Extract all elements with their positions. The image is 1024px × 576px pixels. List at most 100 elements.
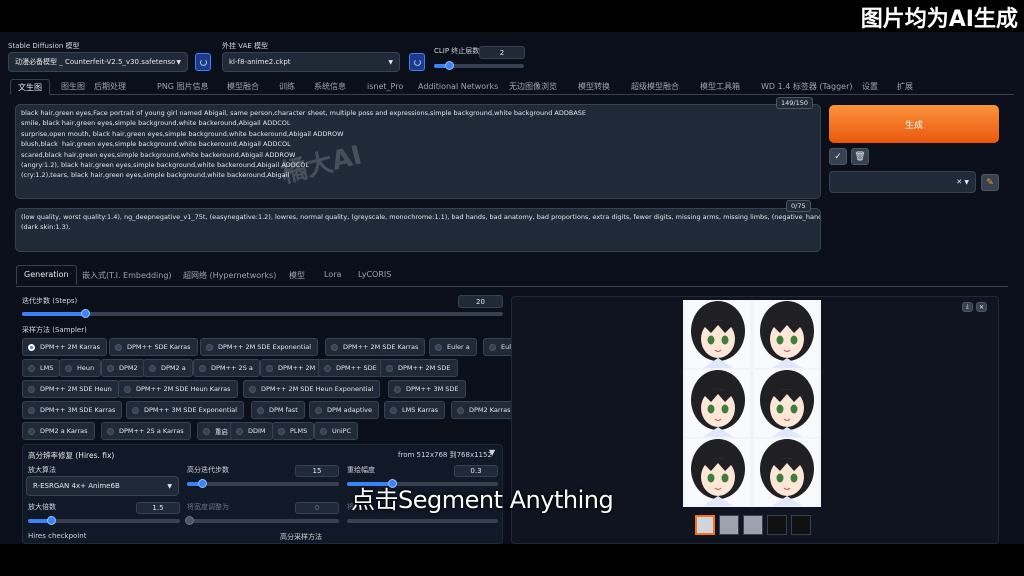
sampler-option[interactable]: DPM++ SDE: [318, 359, 384, 377]
vae-refresh-button[interactable]: [409, 53, 425, 71]
styles-select[interactable]: ✕ ▼: [829, 171, 976, 193]
subtab-lora[interactable]: Lora: [324, 270, 341, 279]
sampler-option-label: DPM++ SDE Karras: [127, 343, 191, 351]
tab-image-browser[interactable]: 无边图像浏览: [509, 79, 557, 95]
sampler-option[interactable]: UniPC: [314, 422, 359, 440]
prompt-textarea[interactable]: black hair,green eyes,Face portrait of y…: [15, 104, 821, 199]
sampler-option[interactable]: DPM2 a: [143, 359, 193, 377]
thumbnail-2[interactable]: [719, 515, 739, 535]
tab-extras[interactable]: 后期处理: [94, 79, 126, 95]
clip-number-input[interactable]: 2: [479, 46, 525, 59]
sampler-option[interactable]: LMS: [22, 359, 61, 377]
tab-png-info[interactable]: PNG 图片信息: [157, 79, 209, 95]
thumbnail-5[interactable]: [791, 515, 811, 535]
thumbnail-1[interactable]: [695, 515, 715, 535]
sampler-option[interactable]: PLMS: [272, 422, 315, 440]
sampler-option[interactable]: DPM fast: [251, 401, 305, 419]
sampler-option[interactable]: DPM2 Karras: [451, 401, 518, 419]
subtab-lycoris[interactable]: LyCORIS: [358, 270, 391, 279]
result-image[interactable]: [683, 300, 821, 507]
sampler-option[interactable]: DPM2 a Karras: [22, 422, 95, 440]
clip-slider-knob[interactable]: [445, 61, 455, 70]
sampler-option[interactable]: DPM++ 2M SDE Heun Karras: [118, 380, 238, 398]
sampler-option[interactable]: DPM++ 2M Karras: [22, 338, 108, 356]
clear-icon[interactable]: ✕ ▼: [956, 178, 969, 186]
thumbnail-3[interactable]: [743, 515, 763, 535]
tab-txt2img[interactable]: 文生图: [10, 79, 50, 95]
sampler-option[interactable]: DPM++ 2M SDE Heun Exponential: [243, 380, 381, 398]
tab-system-info[interactable]: 系统信息: [314, 79, 346, 95]
sampler-option[interactable]: Heun: [59, 359, 102, 377]
banner-title: 图片均为AI生成: [860, 7, 1018, 32]
sampler-option[interactable]: DPM++ SDE Karras: [109, 338, 198, 356]
steps-slider[interactable]: [22, 309, 503, 318]
sampler-option[interactable]: DPM++ 3M SDE: [388, 380, 466, 398]
radio-dot: [489, 343, 496, 351]
sampler-option[interactable]: DPM adaptive: [309, 401, 380, 419]
sampler-option[interactable]: DPM++ 2S a: [193, 359, 260, 377]
tab-super-merge[interactable]: 超级模型融合: [631, 79, 679, 95]
close-icon[interactable]: ✕: [976, 302, 987, 312]
sampler-option-label: DPM++ 2S a Karras: [119, 427, 184, 435]
model-select[interactable]: 动漫必备模型 _ Counterfeit-V2.5_v30.safetensor…: [8, 52, 188, 72]
tab-model-convert[interactable]: 模型转换: [578, 79, 610, 95]
sampler-option-label: LMS: [40, 364, 54, 372]
hires-scale-knob[interactable]: [46, 516, 56, 525]
tab-model-merge[interactable]: 模型融合: [227, 79, 259, 95]
hires-height-slider[interactable]: [347, 519, 498, 523]
hires-scale-slider[interactable]: [28, 516, 180, 525]
subtab-models[interactable]: 模型: [289, 270, 305, 281]
hires-width-slider[interactable]: [185, 516, 339, 525]
hires-steps-input[interactable]: 15: [295, 465, 339, 477]
model-refresh-button[interactable]: [195, 53, 211, 71]
hires-steps-knob[interactable]: [198, 479, 208, 488]
hires-sampler-label: 高分采样方法: [280, 533, 322, 541]
collapse-icon[interactable]: ▼: [489, 448, 495, 457]
subtab-generation[interactable]: Generation: [16, 265, 77, 285]
tab-model-toolkit[interactable]: 模型工具箱: [700, 79, 740, 95]
sampler-option[interactable]: DPM++ 3M SDE Exponential: [126, 401, 245, 419]
generate-button[interactable]: 生成: [829, 105, 999, 143]
sampler-option[interactable]: Euler a: [429, 338, 477, 356]
thumbnail-4[interactable]: [767, 515, 787, 535]
check-icon[interactable]: ✓: [829, 148, 847, 165]
denoise-input[interactable]: 0.3: [454, 465, 498, 477]
sampler-option-label: LMS Karras: [402, 406, 439, 414]
tab-img2img[interactable]: 图生图: [61, 79, 85, 95]
sampler-option[interactable]: DPM2: [101, 359, 145, 377]
steps-number-input[interactable]: 20: [458, 295, 503, 308]
sampler-option[interactable]: DPM++ 2M SDE Heun: [22, 380, 119, 398]
tab-tagger[interactable]: WD 1.4 标签器 (Tagger): [761, 79, 853, 95]
sampler-option[interactable]: DPM++ 2S a Karras: [101, 422, 191, 440]
download-icon[interactable]: ⤓: [962, 302, 973, 312]
steps-label: 迭代步数 (Steps): [22, 297, 78, 305]
chevron-down-icon: ▼: [388, 58, 393, 66]
tab-isnet-pro[interactable]: isnet_Pro: [367, 79, 403, 95]
sampler-option[interactable]: LMS Karras: [384, 401, 446, 419]
tab-extensions[interactable]: 扩展: [897, 79, 913, 95]
hires-width-input[interactable]: 0: [295, 502, 339, 514]
subtab-embedding[interactable]: 嵌入式(T.I. Embedding): [82, 270, 172, 281]
steps-slider-knob[interactable]: [80, 309, 90, 318]
sampler-option[interactable]: DDIM: [230, 422, 273, 440]
tab-train[interactable]: 训练: [279, 79, 295, 95]
radio-dot: [331, 343, 338, 351]
tab-settings[interactable]: 设置: [862, 79, 878, 95]
hires-steps-slider[interactable]: [187, 479, 339, 488]
sampler-option[interactable]: DPM++ 2M SDE Karras: [325, 338, 426, 356]
hires-upscaler-select[interactable]: R-ESRGAN 4x+ Anime6B ▼: [26, 476, 179, 496]
vae-select[interactable]: kl-f8-anime2.ckpt ▼: [222, 52, 400, 72]
trash-icon[interactable]: 🗑: [851, 148, 869, 165]
hires-scale-input[interactable]: 1.5: [136, 502, 180, 514]
subtab-hypernetworks[interactable]: 超网络 (Hypernetworks): [183, 270, 276, 281]
sampler-option[interactable]: DPM++ 3M SDE Karras: [22, 401, 123, 419]
tab-additional-networks[interactable]: Additional Networks: [418, 79, 498, 95]
hires-width-knob[interactable]: [185, 516, 194, 525]
clip-slider[interactable]: [434, 61, 524, 70]
negative-prompt-textarea[interactable]: (low quality, worst quality:1.4), ng_dee…: [15, 208, 821, 252]
pencil-icon[interactable]: ✎: [981, 174, 999, 191]
sampler-option[interactable]: DPM++ 2M: [260, 359, 323, 377]
radio-dot: [324, 364, 331, 372]
sampler-option[interactable]: DPM++ 2M SDE: [380, 359, 458, 377]
sampler-option[interactable]: DPM++ 2M SDE Exponential: [200, 338, 319, 356]
